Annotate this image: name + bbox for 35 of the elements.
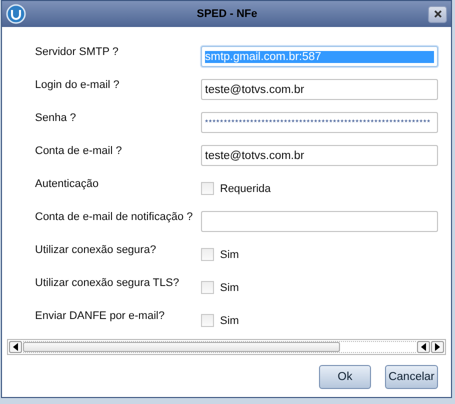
- close-icon: [434, 10, 442, 18]
- field-label: Utilizar conexão segura TLS?: [35, 276, 180, 288]
- field-label: Servidor SMTP ?: [35, 46, 120, 58]
- scroll-thumb[interactable]: [23, 342, 340, 352]
- field-label: Conta de e-mail ?: [35, 144, 123, 156]
- checkbox-label: Sim: [220, 248, 239, 260]
- scroll-left-button[interactable]: [9, 341, 22, 353]
- checkbox[interactable]: [201, 314, 214, 327]
- checkbox[interactable]: [201, 281, 214, 294]
- checkbox-label: Sim: [220, 314, 239, 326]
- field-label: Utilizar conexão segura?: [35, 244, 158, 256]
- input-field[interactable]: ************************************************************: [201, 112, 438, 133]
- checkbox[interactable]: [201, 182, 214, 195]
- input-field[interactable]: [201, 211, 438, 232]
- left-arrow-icon: [421, 343, 426, 351]
- horizontal-scrollbar[interactable]: [7, 339, 446, 355]
- left-arrow-icon: [13, 343, 18, 351]
- dialog-button[interactable]: Ok: [319, 365, 371, 389]
- close-button[interactable]: [428, 6, 447, 22]
- field-label: Senha ?: [35, 112, 77, 124]
- scroll-right-button[interactable]: [431, 341, 444, 353]
- field-label: Autenticação: [35, 178, 100, 190]
- field-label: Login do e-mail ?: [35, 78, 120, 90]
- checkbox-label: Requerida: [220, 182, 271, 194]
- field-label: Enviar DANFE por e-mail?: [35, 310, 166, 322]
- field-label: Conta de e-mail de notificação ?: [35, 210, 194, 222]
- app-icon: [6, 4, 26, 24]
- right-arrow-icon: [435, 343, 440, 351]
- dialog-button[interactable]: Cancelar: [385, 365, 438, 389]
- scroll-left-button[interactable]: [417, 341, 430, 353]
- checkbox[interactable]: [201, 248, 214, 261]
- checkbox-label: Sim: [220, 282, 239, 294]
- input-field[interactable]: teste@totvs.com.br: [201, 79, 438, 100]
- window-title: SPED - NFe: [196, 8, 258, 20]
- input-field[interactable]: teste@totvs.com.br: [201, 145, 438, 166]
